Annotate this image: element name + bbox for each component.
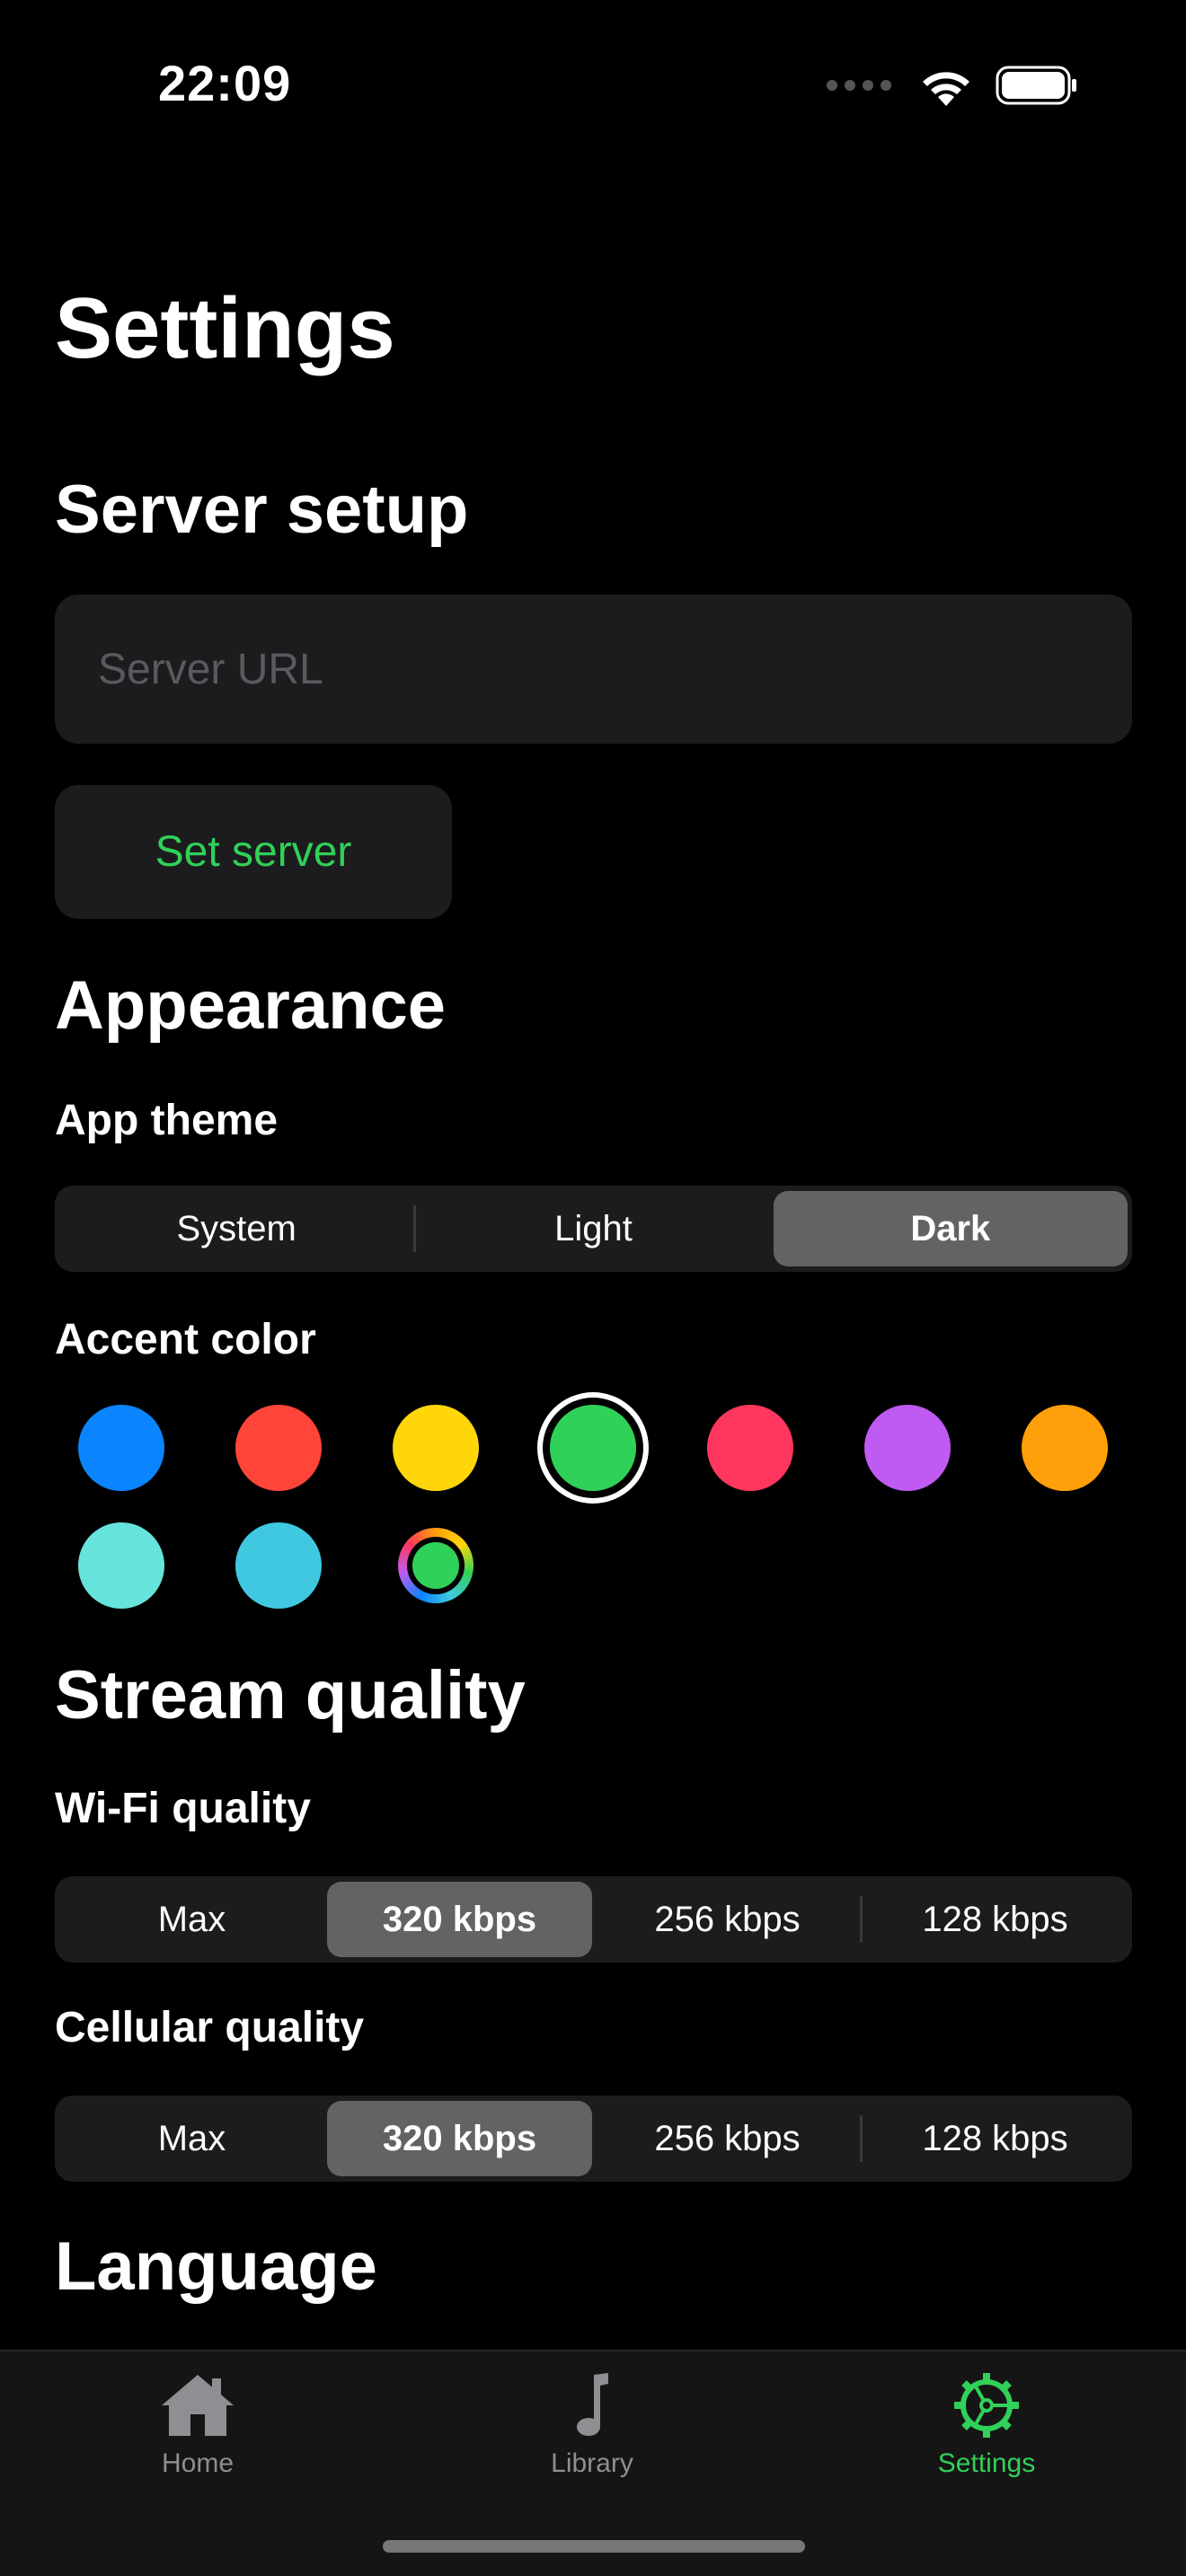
theme-option-dark[interactable]: Dark [773, 1191, 1128, 1266]
wifi-option-128[interactable]: 128 kbps [863, 1882, 1128, 1957]
battery-icon [996, 66, 1078, 105]
tab-label-home: Home [161, 2448, 235, 2478]
theme-option-light[interactable]: Light [416, 1191, 770, 1266]
accent-swatch-purple[interactable] [864, 1405, 951, 1491]
wifi-option-320[interactable]: 320 kbps [327, 1882, 592, 1957]
tab-label-settings: Settings [937, 2448, 1036, 2478]
accent-swatch-blue[interactable] [78, 1405, 164, 1491]
wifi-quality-label: Wi-Fi quality [55, 1785, 311, 1832]
tab-settings[interactable]: Settings [888, 2371, 1085, 2479]
accent-swatch-orange[interactable] [1022, 1405, 1108, 1491]
house-icon [162, 2375, 234, 2436]
music-note-icon [577, 2373, 608, 2436]
accent-swatch-red[interactable] [235, 1405, 322, 1491]
cellular-option-256[interactable]: 256 kbps [595, 2101, 860, 2176]
cellular-quality-segmented-control: Max 320 kbps 256 kbps 128 kbps [55, 2095, 1132, 2182]
wifi-quality-segmented-control: Max 320 kbps 256 kbps 128 kbps [55, 1876, 1132, 1963]
cellular-dots-icon [827, 80, 891, 91]
accent-swatch-mint[interactable] [78, 1522, 164, 1609]
accent-swatch-cyan[interactable] [235, 1522, 322, 1609]
cellular-option-128[interactable]: 128 kbps [863, 2101, 1128, 2176]
status-time: 22:09 [158, 55, 292, 111]
section-title-server-setup: Server setup [55, 472, 469, 548]
section-title-appearance: Appearance [55, 967, 447, 1044]
server-url-input[interactable] [55, 595, 1132, 744]
tab-home[interactable]: Home [99, 2371, 296, 2479]
section-title-stream-quality: Stream quality [55, 1657, 526, 1734]
wifi-icon [918, 65, 974, 106]
wifi-option-256[interactable]: 256 kbps [595, 1882, 860, 1957]
accent-swatch-green[interactable] [550, 1405, 636, 1491]
accent-swatch-yellow[interactable] [393, 1405, 479, 1491]
gear-icon [954, 2373, 1019, 2438]
wifi-option-max[interactable]: Max [59, 1882, 324, 1957]
accent-swatch-multicolor[interactable] [398, 1528, 474, 1603]
accent-swatch-pink[interactable] [707, 1405, 793, 1491]
app-theme-segmented-control: System Light Dark [55, 1186, 1132, 1272]
tab-label-library: Library [551, 2448, 633, 2478]
tab-library[interactable]: Library [493, 2371, 691, 2479]
status-bar: 22:09 [0, 0, 1186, 171]
theme-option-system[interactable]: System [59, 1191, 413, 1266]
set-server-button[interactable]: Set server [55, 785, 452, 919]
cellular-option-max[interactable]: Max [59, 2101, 324, 2176]
page-title: Settings [55, 280, 395, 376]
status-icons [827, 65, 1078, 106]
home-indicator [383, 2540, 805, 2553]
app-theme-label: App theme [55, 1097, 279, 1144]
cellular-quality-label: Cellular quality [55, 2004, 365, 2051]
section-title-language: Language [55, 2228, 377, 2305]
accent-color-label: Accent color [55, 1316, 316, 1363]
cellular-option-320[interactable]: 320 kbps [327, 2101, 592, 2176]
